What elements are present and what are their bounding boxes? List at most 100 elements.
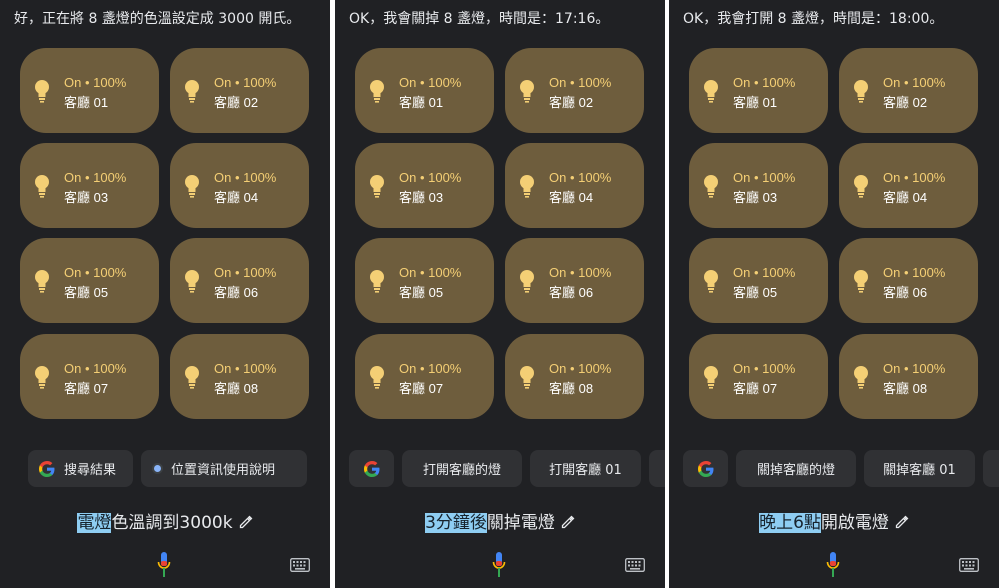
- light-tile-07[interactable]: On • 100% 客廳 07: [355, 334, 494, 419]
- light-tile-03[interactable]: On • 100% 客廳 03: [20, 143, 159, 228]
- microphone-icon[interactable]: [826, 552, 840, 578]
- lightbulb-icon: [35, 270, 49, 293]
- keyboard-icon[interactable]: [959, 558, 979, 572]
- tile-name: 客廳 04: [883, 190, 928, 205]
- light-tile-01[interactable]: On • 100% 客廳 01: [689, 48, 828, 133]
- lightbulb-icon: [704, 80, 718, 103]
- keyboard-icon[interactable]: [290, 558, 310, 572]
- search-results-chip[interactable]: 搜尋結果: [28, 450, 133, 487]
- tile-name: 客廳 08: [214, 381, 259, 396]
- tile-status: On • 100%: [64, 75, 127, 90]
- tile-name: 客廳 01: [733, 95, 778, 110]
- tile-name: 客廳 03: [733, 190, 778, 205]
- location-info-help-chip[interactable]: 位置資訊使用說明: [141, 450, 307, 487]
- tile-status: On • 100%: [883, 361, 946, 376]
- query-highlight: 3分鐘後: [425, 513, 487, 533]
- light-tile-04[interactable]: On • 100% 客廳 04: [839, 143, 978, 228]
- light-tile-06[interactable]: On • 100% 客廳 06: [505, 238, 644, 323]
- lightbulb-icon: [35, 175, 49, 198]
- light-tile-03[interactable]: On • 100% 客廳 03: [355, 143, 494, 228]
- suggestion-chip-1[interactable]: 關掉客廳的燈: [736, 450, 856, 487]
- tile-name: 客廳 07: [733, 381, 778, 396]
- tile-name: 客廳 05: [733, 285, 778, 300]
- pencil-edit-icon[interactable]: [239, 515, 253, 529]
- tile-status: On • 100%: [214, 170, 277, 185]
- lightbulb-icon: [35, 80, 49, 103]
- tile-name: 客廳 03: [399, 190, 444, 205]
- chip-label: 搜尋結果: [64, 463, 117, 478]
- tile-status: On • 100%: [549, 170, 612, 185]
- assistant-panel-2: OK，我會關掉 8 盞燈，時間是：17:16。 On • 100% 客廳 01 …: [335, 0, 665, 588]
- chip-label: 位置資訊使用說明: [171, 463, 276, 478]
- tile-status: On • 100%: [883, 75, 946, 90]
- tile-status: On • 100%: [399, 170, 462, 185]
- tile-status: On • 100%: [64, 265, 127, 280]
- lightbulb-icon: [520, 175, 534, 198]
- light-tile-03[interactable]: On • 100% 客廳 03: [689, 143, 828, 228]
- tile-name: 客廳 01: [399, 95, 444, 110]
- tile-name: 客廳 04: [214, 190, 259, 205]
- tile-status: On • 100%: [733, 75, 796, 90]
- chip-label: 關掉客廳 01: [883, 463, 956, 478]
- light-tile-08[interactable]: On • 100% 客廳 08: [839, 334, 978, 419]
- light-tile-01[interactable]: On • 100% 客廳 01: [355, 48, 494, 133]
- google-search-chip[interactable]: [683, 450, 728, 487]
- lightbulb-icon: [854, 270, 868, 293]
- light-tile-08[interactable]: On • 100% 客廳 08: [505, 334, 644, 419]
- light-tile-06[interactable]: On • 100% 客廳 06: [839, 238, 978, 323]
- light-tile-05[interactable]: On • 100% 客廳 05: [20, 238, 159, 323]
- light-tile-02[interactable]: On • 100% 客廳 02: [839, 48, 978, 133]
- tile-name: 客廳 05: [399, 285, 444, 300]
- google-search-chip[interactable]: [349, 450, 394, 487]
- tile-status: On • 100%: [399, 361, 462, 376]
- pencil-edit-icon[interactable]: [561, 515, 575, 529]
- suggestion-chip-3[interactable]: [649, 450, 665, 487]
- assistant-response: OK，我會打開 8 盞燈，時間是：18:00。: [683, 11, 944, 27]
- tile-status: On • 100%: [733, 170, 796, 185]
- microphone-icon[interactable]: [492, 552, 506, 578]
- light-tile-02[interactable]: On • 100% 客廳 02: [505, 48, 644, 133]
- lightbulb-icon: [520, 270, 534, 293]
- light-tile-05[interactable]: On • 100% 客廳 05: [689, 238, 828, 323]
- light-tile-07[interactable]: On • 100% 客廳 07: [20, 334, 159, 419]
- light-tile-04[interactable]: On • 100% 客廳 04: [170, 143, 309, 228]
- suggestion-chip-3[interactable]: [983, 450, 999, 487]
- google-g-icon: [363, 460, 379, 477]
- tile-name: 客廳 02: [214, 95, 259, 110]
- lightbulb-icon: [185, 366, 199, 389]
- tile-name: 客廳 02: [883, 95, 928, 110]
- light-tile-07[interactable]: On • 100% 客廳 07: [689, 334, 828, 419]
- light-tile-08[interactable]: On • 100% 客廳 08: [170, 334, 309, 419]
- tile-status: On • 100%: [64, 361, 127, 376]
- lightbulb-icon: [370, 80, 384, 103]
- chip-label: 打開客廳 01: [549, 463, 622, 478]
- tile-name: 客廳 08: [549, 381, 594, 396]
- light-tile-04[interactable]: On • 100% 客廳 04: [505, 143, 644, 228]
- voice-query: 晚上6點開啟電燈: [669, 508, 999, 533]
- light-tile-06[interactable]: On • 100% 客廳 06: [170, 238, 309, 323]
- suggestion-chip-2[interactable]: 打開客廳 01: [530, 450, 641, 487]
- tile-status: On • 100%: [883, 265, 946, 280]
- tile-status: On • 100%: [64, 170, 127, 185]
- keyboard-icon[interactable]: [625, 558, 645, 572]
- lightbulb-icon: [520, 366, 534, 389]
- light-tile-05[interactable]: On • 100% 客廳 05: [355, 238, 494, 323]
- suggestion-chip-2[interactable]: 關掉客廳 01: [864, 450, 975, 487]
- lightbulb-icon: [704, 175, 718, 198]
- voice-query: 3分鐘後關掉電燈: [335, 508, 665, 533]
- suggestion-chip-1[interactable]: 打開客廳的燈: [402, 450, 522, 487]
- pencil-edit-icon[interactable]: [895, 515, 909, 529]
- microphone-icon[interactable]: [157, 552, 171, 578]
- lightbulb-icon: [185, 270, 199, 293]
- lightbulb-icon: [35, 366, 49, 389]
- lightbulb-icon: [854, 80, 868, 103]
- google-g-icon: [39, 460, 55, 477]
- lightbulb-icon: [854, 175, 868, 198]
- tile-status: On • 100%: [549, 361, 612, 376]
- light-tile-01[interactable]: On • 100% 客廳 01: [20, 48, 159, 133]
- light-tile-02[interactable]: On • 100% 客廳 02: [170, 48, 309, 133]
- tile-name: 客廳 06: [549, 285, 594, 300]
- tile-name: 客廳 07: [399, 381, 444, 396]
- tile-status: On • 100%: [733, 265, 796, 280]
- tile-status: On • 100%: [214, 75, 277, 90]
